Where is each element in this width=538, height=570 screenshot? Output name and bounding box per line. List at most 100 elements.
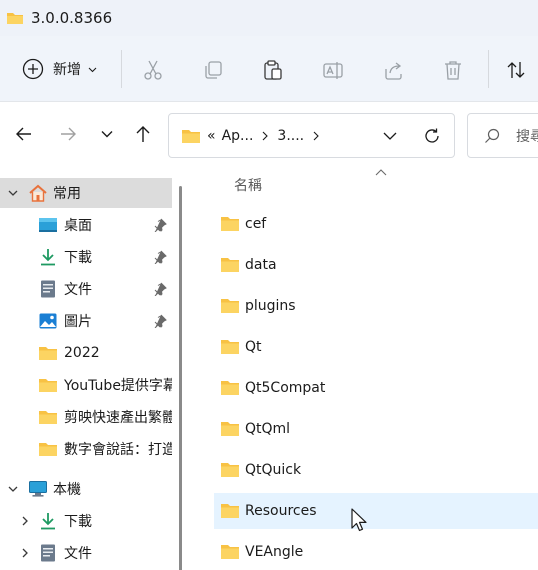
file-row-Qt5Compat[interactable]: Qt5Compat: [214, 370, 538, 406]
file-row-VEAngle[interactable]: VEAngle: [214, 534, 538, 570]
new-button[interactable]: 新增: [14, 53, 97, 85]
title-bar: 3.0.0.8366: [0, 0, 538, 36]
arrow-up-icon: [136, 126, 150, 142]
file-row-Qt[interactable]: Qt: [214, 329, 538, 365]
pin-icon[interactable]: [153, 282, 167, 296]
chevron-right-icon[interactable]: [20, 516, 30, 526]
share-button[interactable]: [381, 58, 405, 82]
sidebar-item-2022[interactable]: 2022: [0, 338, 172, 368]
folder-icon: [220, 462, 240, 478]
address-dropdown-icon[interactable]: [383, 130, 397, 142]
folder-icon: [7, 13, 23, 24]
download-icon: [38, 511, 58, 531]
sidebar-item-label: YouTube提供字幕: [64, 378, 172, 394]
cut-button[interactable]: [141, 58, 165, 82]
new-button-label: 新增: [53, 62, 81, 78]
file-row-cef[interactable]: cef: [214, 206, 538, 242]
paste-button[interactable]: [261, 58, 285, 82]
computer-icon: [28, 479, 48, 499]
sidebar-item-YouTube提供字幕[interactable]: YouTube提供字幕: [0, 370, 172, 400]
sidebar-item-label: 常用: [53, 186, 81, 202]
arrow-left-icon: [16, 127, 31, 141]
document-icon: [38, 543, 58, 563]
folder-icon: [220, 380, 240, 396]
folder-icon: [182, 129, 200, 143]
chevron-down-icon: [101, 131, 113, 138]
file-row-data[interactable]: data: [214, 247, 538, 283]
home-icon: [28, 183, 48, 203]
document-icon: [38, 279, 58, 299]
sidebar-item-常用[interactable]: 常用: [0, 178, 172, 208]
address-bar[interactable]: « Ap... 3....: [168, 113, 455, 158]
sidebar-item-圖片[interactable]: 圖片: [0, 306, 172, 336]
folder-icon: [220, 298, 240, 314]
paste-icon: [264, 60, 282, 80]
copy-icon: [205, 61, 222, 79]
file-row-plugins[interactable]: plugins: [214, 288, 538, 324]
breadcrumb-overflow[interactable]: «: [207, 128, 216, 144]
sort-ascending-icon: [375, 169, 387, 176]
file-row-QtQml[interactable]: QtQml: [214, 411, 538, 447]
recent-locations-button[interactable]: [96, 123, 118, 145]
folder-icon: [220, 257, 240, 273]
toolbar-separator: [488, 50, 489, 88]
sidebar-item-本機[interactable]: 本機: [0, 474, 172, 504]
chevron-down-icon[interactable]: [8, 484, 18, 494]
sidebar-item-下載[interactable]: 下載: [0, 242, 172, 272]
sidebar-item-文件[interactable]: 文件: [0, 538, 172, 568]
rename-button[interactable]: [321, 58, 345, 82]
file-name: Qt: [245, 339, 262, 355]
search-input[interactable]: 搜尋: [467, 113, 538, 158]
sidebar-item-文件[interactable]: 文件: [0, 274, 172, 304]
sidebar-item-下載[interactable]: 下載: [0, 506, 172, 536]
up-button[interactable]: [132, 123, 154, 145]
folder-icon: [38, 407, 58, 427]
search-icon: [485, 128, 500, 143]
chevron-right-icon[interactable]: [20, 548, 30, 558]
search-placeholder: 搜尋: [516, 128, 538, 145]
file-name: Qt5Compat: [245, 380, 326, 396]
copy-button[interactable]: [201, 58, 225, 82]
sidebar-item-剪映快速產出繁體[interactable]: 剪映快速產出繁體: [0, 402, 172, 432]
command-bar: 新增: [0, 36, 538, 102]
rename-icon: [323, 62, 343, 79]
sort-button[interactable]: [504, 58, 528, 82]
pin-icon[interactable]: [153, 218, 167, 232]
sidebar-item-label: 下載: [64, 250, 92, 266]
file-name: QtQml: [245, 421, 291, 437]
sidebar-item-label: 2022: [64, 345, 100, 361]
sidebar-item-數字會說話：打造[interactable]: 數字會說話：打造: [0, 434, 172, 464]
window-title: 3.0.0.8366: [31, 9, 113, 27]
column-header-name[interactable]: 名稱: [234, 175, 262, 195]
sidebar-item-label: 數字會說話：打造: [64, 442, 172, 458]
file-row-QtQuick[interactable]: QtQuick: [214, 452, 538, 488]
chevron-down-icon[interactable]: [8, 188, 18, 198]
sidebar-item-label: 圖片: [64, 314, 92, 330]
pin-icon[interactable]: [153, 314, 167, 328]
file-name: VEAngle: [245, 544, 304, 560]
pin-icon[interactable]: [153, 250, 167, 264]
mouse-cursor-icon: [351, 508, 367, 532]
file-name: data: [245, 257, 277, 273]
refresh-icon[interactable]: [423, 127, 441, 145]
picture-icon: [38, 311, 58, 331]
file-name: cef: [245, 216, 267, 232]
delete-button[interactable]: [441, 58, 465, 82]
plus-circle-icon: [22, 58, 44, 80]
folder-icon: [38, 439, 58, 459]
sidebar-item-label: 文件: [64, 546, 92, 562]
sidebar-item-label: 剪映快速產出繁體: [64, 410, 172, 426]
sidebar-item-桌面[interactable]: 桌面: [0, 210, 172, 240]
scrollbar[interactable]: [179, 186, 182, 570]
file-row-Resources[interactable]: Resources: [214, 493, 538, 529]
breadcrumb-item[interactable]: Ap...: [222, 128, 254, 144]
cut-icon: [144, 60, 162, 80]
download-icon: [38, 247, 58, 267]
sidebar-item-label: 桌面: [64, 218, 92, 234]
folder-icon: [38, 343, 58, 363]
forward-button[interactable]: [57, 123, 79, 145]
arrow-right-icon: [61, 127, 76, 141]
breadcrumb-item[interactable]: 3....: [277, 128, 304, 144]
sidebar-item-label: 文件: [64, 282, 92, 298]
back-button[interactable]: [13, 123, 35, 145]
